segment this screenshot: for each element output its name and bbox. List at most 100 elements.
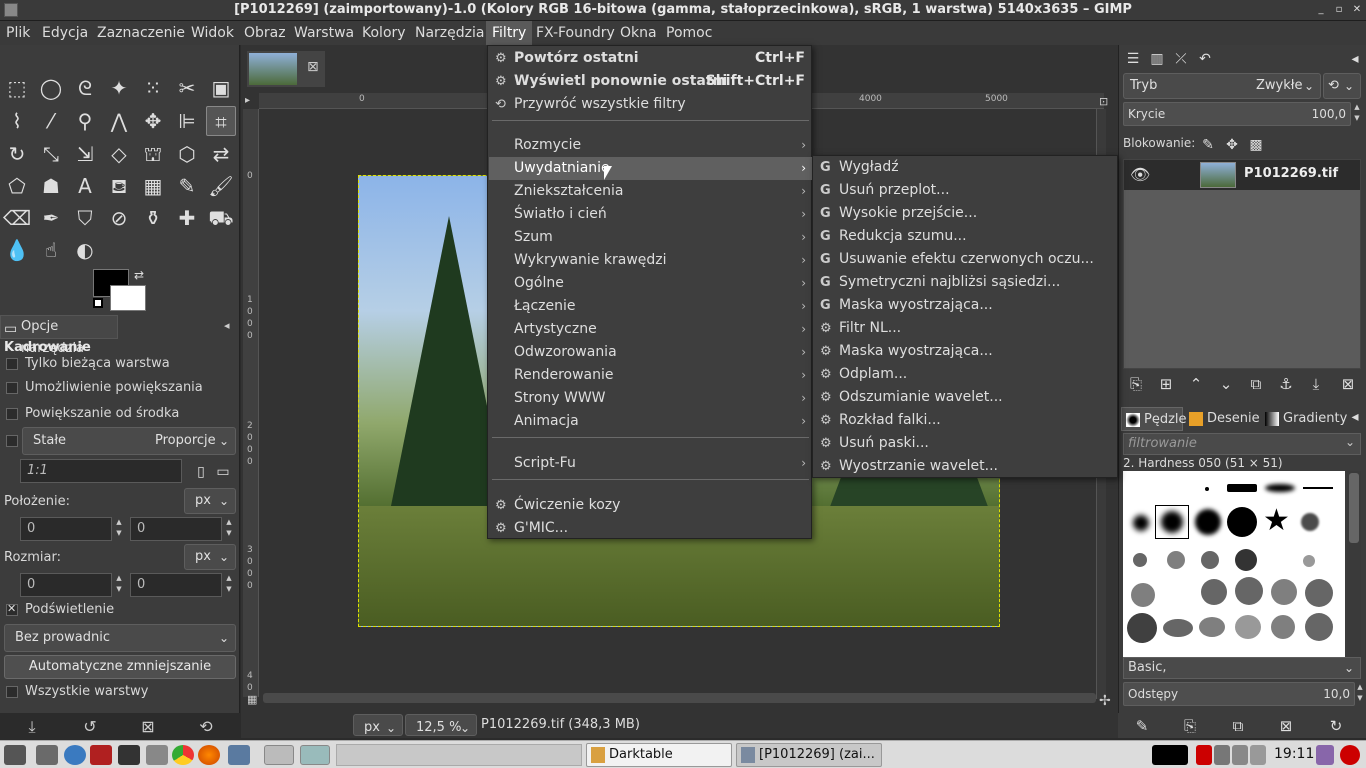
highlight-checkbox[interactable] [6,602,18,616]
new-layer-icon[interactable]: ⎘ [1125,375,1147,395]
brush-thumb[interactable] [1305,613,1333,641]
menu-item-gmic[interactable]: ⚙ G'MIC... [489,517,812,540]
rect-select-icon[interactable]: ⬚ [2,73,32,103]
allow-growing-checkbox[interactable] [6,382,18,394]
fixed-checkbox[interactable] [6,435,18,447]
network-icon[interactable] [1232,745,1248,765]
blur-icon[interactable]: 💧 [2,235,32,265]
size-x-stepper[interactable]: ▲ ▼ [114,573,124,597]
ink-icon[interactable]: ⛉ [70,203,100,233]
lock-pixels-icon[interactable]: ✎ [1197,130,1219,160]
menu-plik[interactable]: Plik [0,21,36,45]
channels-tab-icon[interactable]: ▥ [1147,51,1167,69]
brush-thumb[interactable] [1305,579,1333,607]
zoom-icon[interactable]: ⚲ [70,106,100,136]
menu-widok[interactable]: Widok [185,21,240,45]
background-color-swatch[interactable] [110,285,146,311]
flip-icon[interactable]: ⇄ [206,139,236,169]
transform-3d-icon[interactable]: ⛫ [138,139,168,169]
star-brush-icon[interactable]: ★ [1263,503,1290,538]
image-tab[interactable]: ⊠ [247,51,325,87]
workspace-pager[interactable] [336,744,582,766]
layer-row[interactable]: 👁 P1012269.tif [1124,160,1360,190]
user-icon[interactable] [1316,745,1334,765]
lasso-icon[interactable]: ᘓ [70,73,100,103]
lock-alpha-icon[interactable]: ▩ [1245,130,1267,160]
duplicate-brush-icon[interactable]: ⧉ [1226,711,1250,741]
menu-item-edge-detect[interactable]: Wykrywanie krawędzi › [489,249,812,272]
horizontal-scrollbar[interactable] [263,693,1096,703]
warp-icon[interactable]: ☗ [36,171,66,201]
align-icon[interactable]: ⊫ [172,106,202,136]
quick-mask-icon[interactable]: ▦ [247,693,257,706]
file-manager-icon[interactable] [36,745,58,765]
brush-thumb[interactable] [1199,617,1225,637]
menu-item-reset-all-filters[interactable]: ⟲ Przywróć wszystkie filtry [489,93,812,116]
brush-set-combo[interactable]: Basic, ⌄ [1123,657,1361,679]
gradient-icon[interactable]: ▦ [138,171,168,201]
brush-thumb[interactable] [1301,513,1319,531]
ruler-menu-icon[interactable]: ▸ [245,95,250,106]
guides-combo[interactable]: Bez prowadnic ⌄ [4,624,236,652]
color-picker-icon[interactable]: ⁄ [36,106,66,136]
menu-okna[interactable]: Okna [614,21,663,45]
layer-mode-combo[interactable]: Tryb Zwykłe ⌄ [1123,73,1321,99]
menu-item-script-fu[interactable]: Script-Fu › [489,452,812,475]
lock-position-icon[interactable]: ✥ [1221,130,1243,160]
brush-thumb-selected[interactable] [1155,505,1189,539]
chrome-window-icon[interactable] [264,745,294,765]
ratio-field[interactable]: 1:1 [20,459,182,483]
zoom-combo[interactable]: 12,5 % ⌄ [405,714,477,736]
shear-icon[interactable]: ⇲ [70,139,100,169]
maximize-icon[interactable]: ▫ [1332,3,1346,17]
close-icon[interactable]: ✕ [1350,3,1364,17]
default-colors-icon[interactable] [93,298,103,308]
submenu-item-unsharp-mask-gegl[interactable]: G Maska wyostrzająca... [814,294,1118,317]
submenu-item-destripe[interactable]: ⚙ Usuń paski... [814,432,1118,455]
size-y-field[interactable]: 0 [130,573,222,597]
windows-switcher-icon[interactable] [228,745,250,765]
rotate-icon[interactable]: ↻ [2,139,32,169]
brush-thumb[interactable] [1133,553,1147,567]
brush-thumb[interactable] [1205,487,1209,491]
perspective-clone-icon[interactable]: ⛟ [206,203,236,233]
mypaint-brush-icon[interactable]: ⊘ [104,203,134,233]
submenu-item-deinterlace[interactable]: G Usuń przeplot... [814,179,1118,202]
tab-brushes[interactable]: Pędzle [1121,407,1187,431]
tab-tool-options[interactable]: ▭ Opcje narzędzia [0,315,118,356]
brush-scrollbar[interactable] [1347,471,1361,657]
unified-transform-icon[interactable]: ⬡ [172,139,202,169]
brush-filter-input[interactable]: filtrowanie [1123,433,1361,455]
task-darktable[interactable]: Darktable [586,743,732,767]
menu-item-blur[interactable]: Rozmycie › [489,134,812,157]
measure-icon[interactable]: ⋀ [104,106,134,136]
menu-zaznaczenie[interactable]: Zaznaczenie [91,21,191,45]
delete-layer-icon[interactable]: ⊠ [1337,375,1359,395]
all-layers-checkbox[interactable] [6,686,18,698]
brush-grid[interactable]: ★ [1123,471,1345,657]
brush-thumb[interactable] [1133,515,1149,531]
save-options-icon[interactable]: ⤓ [22,717,42,737]
browser-icon[interactable] [64,745,86,765]
menu-pomoc[interactable]: Pomoc [660,21,718,45]
power-icon[interactable] [1340,745,1360,765]
cage-transform-icon[interactable]: ⬠ [2,171,32,201]
merge-layer-icon[interactable]: ⤓ [1305,375,1327,395]
duplicate-layer-icon[interactable]: ⧉ [1245,375,1267,395]
brush-thumb[interactable] [1235,549,1257,571]
dodge-burn-icon[interactable]: ◐ [70,235,100,265]
zoom-image-icon[interactable]: ⊡ [1099,95,1108,108]
menu-item-repeat-last[interactable]: ⚙ Powtórz ostatni Ctrl+F [489,47,812,70]
position-unit-combo[interactable]: px ⌄ [184,488,236,514]
settings-icon[interactable] [146,745,168,765]
menu-item-generic[interactable]: Ogólne › [489,272,812,295]
spacing-slider[interactable]: Odstępy 10,0 [1123,682,1355,706]
swap-colors-icon[interactable]: ⇄ [134,268,144,282]
volume-icon[interactable] [1250,745,1266,765]
start-menu-icon[interactable] [4,745,26,765]
chrome-icon[interactable] [172,745,194,765]
new-brush-icon[interactable]: ⎘ [1178,711,1202,741]
restore-options-icon[interactable]: ↺ [80,717,100,737]
menu-item-animation[interactable]: Animacja › [489,410,812,433]
size-x-field[interactable]: 0 [20,573,112,597]
